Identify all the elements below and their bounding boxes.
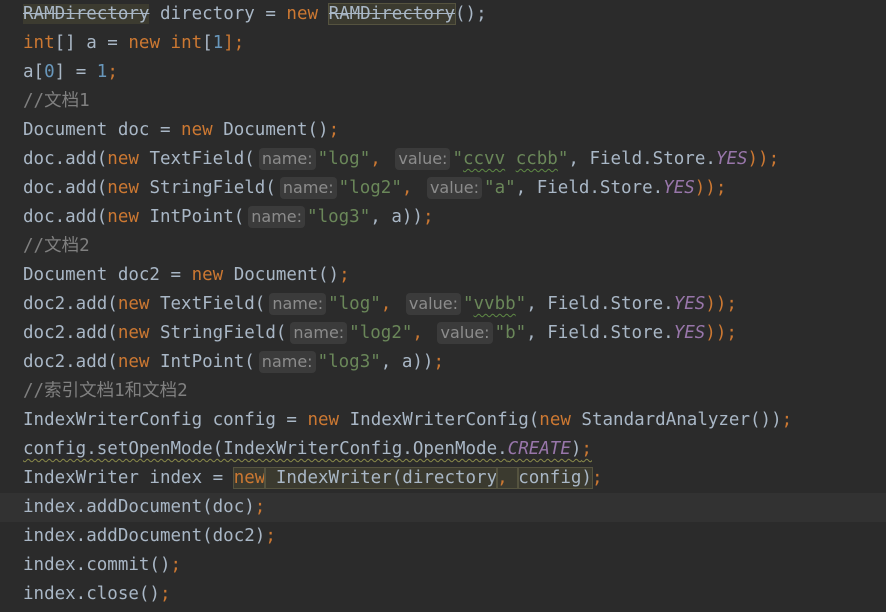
warning-squiggle: config.setOpenMode(IndexWriterConfig.Ope… (23, 439, 508, 459)
param-hint: value: (395, 148, 451, 170)
highlighted-usage: new (232, 467, 267, 489)
code-line[interactable]: RAMDirectory directory = new RAMDirector… (0, 0, 886, 29)
param-hint: name: (258, 148, 316, 170)
code-line[interactable]: doc2.add(new IntPoint(name: "log3", a)); (0, 348, 886, 377)
code-line[interactable]: //文档1 (0, 87, 886, 116)
deprecated-class: RAMDirectory (327, 3, 457, 25)
code-line[interactable]: //索引文档1和文档2 (0, 377, 886, 406)
code-line[interactable]: doc2.add(new TextField(name: "log", value… (0, 290, 886, 319)
code-comment: //索引文档1和文档2 (23, 381, 188, 401)
code-line[interactable]: index.addDocument(doc2); (0, 522, 886, 551)
code-line[interactable]: config.setOpenMode(IndexWriterConfig.Ope… (0, 435, 886, 464)
code-line[interactable]: int[] a = new int[1]; (0, 29, 886, 58)
code-line[interactable]: doc.add(new StringField(name: "log2", val… (0, 174, 886, 203)
param-hint: value: (405, 293, 461, 315)
param-hint: name: (279, 177, 337, 199)
code-line[interactable]: //文档2 (0, 232, 886, 261)
code-editor[interactable]: RAMDirectory directory = new RAMDirector… (0, 0, 886, 612)
param-hint: name: (258, 351, 316, 373)
code-line[interactable]: Document doc = new Document(); (0, 116, 886, 145)
code-line[interactable]: doc.add(new TextField(name: "log", value:… (0, 145, 886, 174)
code-comment: //文档1 (23, 91, 90, 111)
param-hint: value: (426, 177, 483, 199)
code-comment: //文档2 (23, 236, 90, 256)
param-hint: name: (248, 206, 306, 228)
deprecated-class: RAMDirectory (23, 4, 150, 24)
code-line[interactable]: index.close(); (0, 580, 886, 609)
code-line[interactable]: IndexWriter index = new IndexWriter(dire… (0, 464, 886, 493)
param-hint: value: (437, 322, 493, 344)
typo-word: ccvv (462, 149, 506, 169)
typo-word: vvbb (473, 294, 516, 314)
code-line-current[interactable]: index.addDocument(doc); (0, 493, 886, 522)
param-hint: name: (269, 293, 327, 315)
code-line[interactable]: IndexWriterConfig config = new IndexWrit… (0, 406, 886, 435)
typo-word: ccbb (515, 149, 558, 169)
code-line[interactable]: Document doc2 = new Document(); (0, 261, 886, 290)
param-hint: name: (290, 322, 348, 344)
code-line[interactable]: index.commit(); (0, 551, 886, 580)
code-line[interactable]: doc2.add(new StringField(name: "log2", va… (0, 319, 886, 348)
code-line[interactable]: doc.add(new IntPoint(name: "log3", a)); (0, 203, 886, 232)
code-line[interactable]: a[0] = 1; (0, 58, 886, 87)
